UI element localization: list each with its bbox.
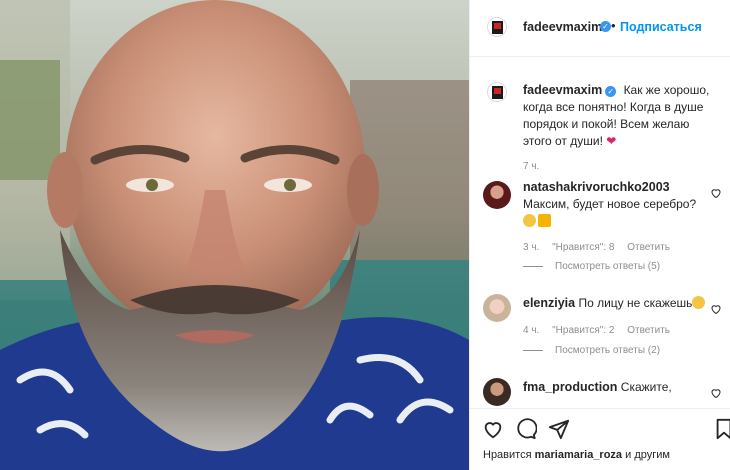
reply-button[interactable]: Ответить <box>627 242 670 253</box>
comment-icon[interactable] <box>515 418 537 440</box>
caption-timestamp[interactable]: 7 ч. <box>523 161 539 172</box>
comment-likes-count[interactable]: "Нравится": 2 <box>552 325 614 336</box>
comment-username[interactable]: natashakrivoruchko2003 <box>523 180 670 194</box>
comment-like-heart-icon[interactable] <box>710 303 722 315</box>
comment-username[interactable]: fma_production <box>523 380 617 394</box>
author-username[interactable]: fadeevmaxim <box>523 20 602 34</box>
crown-emoji-icon <box>538 214 551 227</box>
follow-button[interactable]: Подписаться <box>620 20 702 34</box>
comment-like-heart-icon[interactable] <box>710 187 722 199</box>
author-avatar[interactable] <box>487 17 507 37</box>
commenter-avatar[interactable] <box>483 181 511 209</box>
portrait-image <box>0 0 469 470</box>
post-header: fadeevmaxim ✓ • Подписаться <box>470 0 730 57</box>
comment-likes-count[interactable]: "Нравится": 8 <box>552 242 614 253</box>
caption-author-username[interactable]: fadeevmaxim <box>523 83 602 97</box>
comment-meta: 4 ч. "Нравится": 2 Ответить <box>523 325 680 336</box>
comment-text: По лицу не скажешь <box>578 296 693 310</box>
heart-icon[interactable] <box>482 418 504 440</box>
comment-timestamp[interactable]: 4 ч. <box>523 325 539 336</box>
commenter-avatar[interactable] <box>483 378 511 406</box>
comment-meta: 3 ч. "Нравится": 8 Ответить <box>523 242 680 253</box>
reply-button[interactable]: Ответить <box>627 325 670 336</box>
comment-text: Максим, будет новое серебро? <box>523 197 697 211</box>
verified-badge-icon: ✓ <box>600 21 611 32</box>
comment-username[interactable]: elenziyia <box>523 296 575 310</box>
caption-author-avatar[interactable] <box>487 82 507 102</box>
comments-list[interactable]: fadeevmaxim ✓ Как же хорошо, когда все по… <box>470 58 730 408</box>
red-heart-emoji-icon: ❤ <box>606 134 617 148</box>
likes-suffix[interactable]: и другим <box>625 449 670 461</box>
comment-like-heart-icon[interactable] <box>710 387 722 399</box>
grinning-face-emoji-icon <box>692 296 706 309</box>
thinking-face-emoji-icon <box>523 214 536 227</box>
view-replies-button[interactable]: Посмотреть ответы (2) <box>523 345 660 356</box>
bookmark-icon[interactable] <box>713 418 730 440</box>
action-bar: Нравится mariamaria_roza и другим <box>470 408 730 470</box>
comment-text: Скажите, <box>620 380 672 394</box>
likes-summary: Нравится mariamaria_roza и другим <box>483 449 670 461</box>
separator-dot: • <box>611 18 616 33</box>
post-photo[interactable] <box>0 0 469 470</box>
share-icon[interactable] <box>548 418 570 440</box>
view-replies-button[interactable]: Посмотреть ответы (5) <box>523 261 660 272</box>
liker-username[interactable]: mariamaria_roza <box>535 449 622 461</box>
commenter-avatar[interactable] <box>483 294 511 322</box>
post-sidebar: fadeevmaxim ✓ • Подписаться fadeevmaxim ✓… <box>469 0 730 470</box>
likes-prefix: Нравится <box>483 449 532 461</box>
verified-badge-icon: ✓ <box>605 86 617 97</box>
comment-timestamp[interactable]: 3 ч. <box>523 242 539 253</box>
